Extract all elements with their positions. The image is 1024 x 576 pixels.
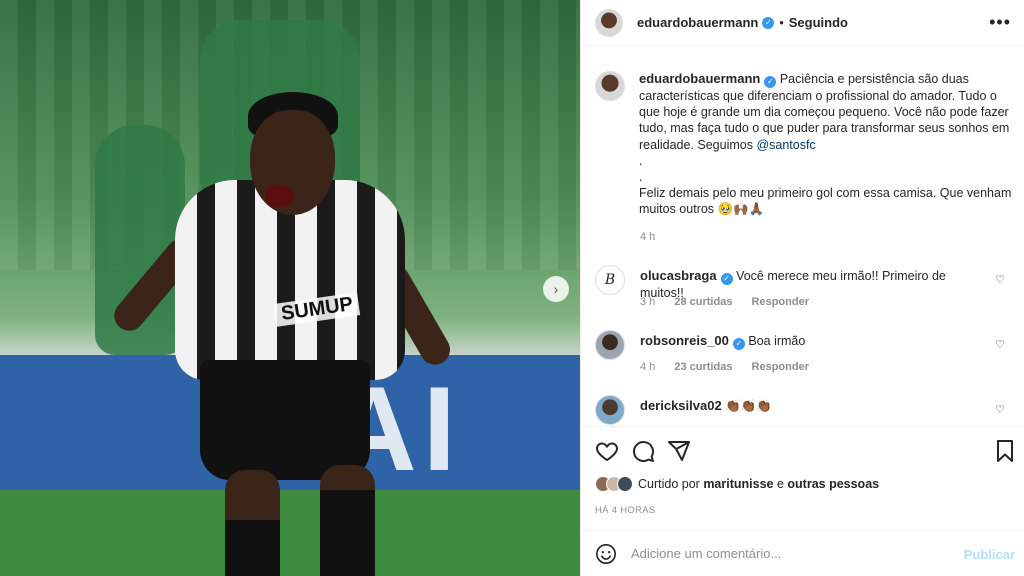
- caption: eduardobauermann ✓ Paciência e persistênc…: [595, 71, 1015, 218]
- caption-dot: .: [639, 153, 643, 168]
- reply-button[interactable]: Responder: [752, 296, 809, 308]
- comment-icon[interactable]: [631, 439, 655, 463]
- comment-item: robsonreis_00 ✓ Boa irmão ♡: [595, 330, 1015, 360]
- avatar[interactable]: [595, 395, 625, 425]
- comment-text: 👏🏾👏🏾👏🏾: [725, 399, 772, 413]
- comment-username[interactable]: robsonreis_00: [640, 333, 729, 348]
- comment-text: Boa irmão: [748, 334, 806, 348]
- comment-meta: 3 h 28 curtidas Responder: [640, 296, 825, 308]
- player-mouth: [265, 185, 293, 207]
- liked-by: Curtido por maritunisse e outras pessoas: [595, 476, 879, 492]
- liked-prefix: Curtido por: [638, 477, 704, 491]
- comment-time[interactable]: 4 h: [640, 361, 655, 373]
- comment-meta: 4 h 23 curtidas Responder: [640, 361, 825, 373]
- chevron-right-icon: ›: [553, 281, 559, 297]
- action-bar: [581, 426, 1024, 472]
- next-image-button[interactable]: ›: [543, 276, 569, 302]
- reply-button[interactable]: Responder: [752, 361, 809, 373]
- comment-likes[interactable]: 28 curtidas: [674, 296, 732, 308]
- caption-text: eduardobauermann ✓ Paciência e persistênc…: [639, 71, 1015, 218]
- comment-time[interactable]: 3 h: [640, 296, 655, 308]
- more-options-icon[interactable]: •••: [989, 12, 1011, 33]
- liked-text: Curtido por maritunisse e outras pessoas: [638, 477, 879, 491]
- heart-icon[interactable]: ♡: [995, 338, 1005, 351]
- caption-dot: .: [639, 170, 643, 185]
- caption-username[interactable]: eduardobauermann: [639, 71, 760, 86]
- comment-input[interactable]: [631, 546, 961, 561]
- emoji-icon[interactable]: [595, 543, 617, 565]
- bookmark-icon[interactable]: [993, 439, 1017, 463]
- verified-badge-icon: ✓: [762, 16, 775, 29]
- verified-badge-icon: ✓: [732, 338, 745, 350]
- post-timestamp[interactable]: HÁ 4 HORAS: [595, 505, 656, 516]
- liked-connector: e: [773, 477, 788, 491]
- caption-time[interactable]: 4 h: [640, 231, 655, 243]
- share-icon[interactable]: [667, 439, 691, 463]
- liked-user[interactable]: maritunisse: [703, 477, 773, 491]
- comment-likes[interactable]: 23 curtidas: [674, 361, 732, 373]
- post-details-panel: eduardobauermann ✓ • Seguindo ••• eduard…: [580, 0, 1024, 576]
- following-button[interactable]: Seguindo: [789, 15, 848, 30]
- comment-body: robsonreis_00 ✓ Boa irmão: [640, 330, 980, 360]
- avatar[interactable]: [617, 476, 633, 492]
- comment-username[interactable]: olucasbraga: [640, 268, 717, 283]
- avatar[interactable]: B: [595, 265, 625, 295]
- avatar[interactable]: [595, 8, 623, 37]
- publish-button[interactable]: Publicar: [964, 547, 1015, 562]
- comment-item: dericksilva02 👏🏾👏🏾👏🏾 ♡: [595, 395, 1015, 425]
- heart-icon[interactable]: [595, 439, 619, 463]
- avatar[interactable]: [595, 330, 625, 360]
- verified-badge-icon: ✓: [764, 76, 777, 88]
- heart-icon[interactable]: ♡: [995, 403, 1005, 416]
- pitch-grass: [0, 490, 580, 576]
- caption-body-2: Feliz demais pelo meu primeiro gol com e…: [639, 186, 1012, 217]
- player-sock-left: [225, 520, 280, 576]
- separator-dot: •: [779, 15, 784, 30]
- post-photo[interactable]: AI SUMUP ›: [0, 0, 580, 576]
- player-shorts: [200, 360, 370, 480]
- header-username[interactable]: eduardobauermann: [637, 15, 758, 30]
- avatar[interactable]: [595, 71, 625, 101]
- verified-badge-icon: ✓: [720, 273, 733, 285]
- comment-body: dericksilva02 👏🏾👏🏾👏🏾: [640, 395, 980, 425]
- player-sock-right: [320, 490, 375, 576]
- liked-others[interactable]: outras pessoas: [787, 477, 879, 491]
- mention-link[interactable]: @santosfc: [756, 138, 815, 152]
- post-header: eduardobauermann ✓ • Seguindo •••: [581, 0, 1024, 46]
- add-comment-bar: Publicar: [581, 530, 1024, 576]
- comments-scroll-area[interactable]: eduardobauermann ✓ Paciência e persistênc…: [581, 55, 1024, 425]
- comment-username[interactable]: dericksilva02: [640, 398, 722, 413]
- heart-icon[interactable]: ♡: [995, 273, 1005, 286]
